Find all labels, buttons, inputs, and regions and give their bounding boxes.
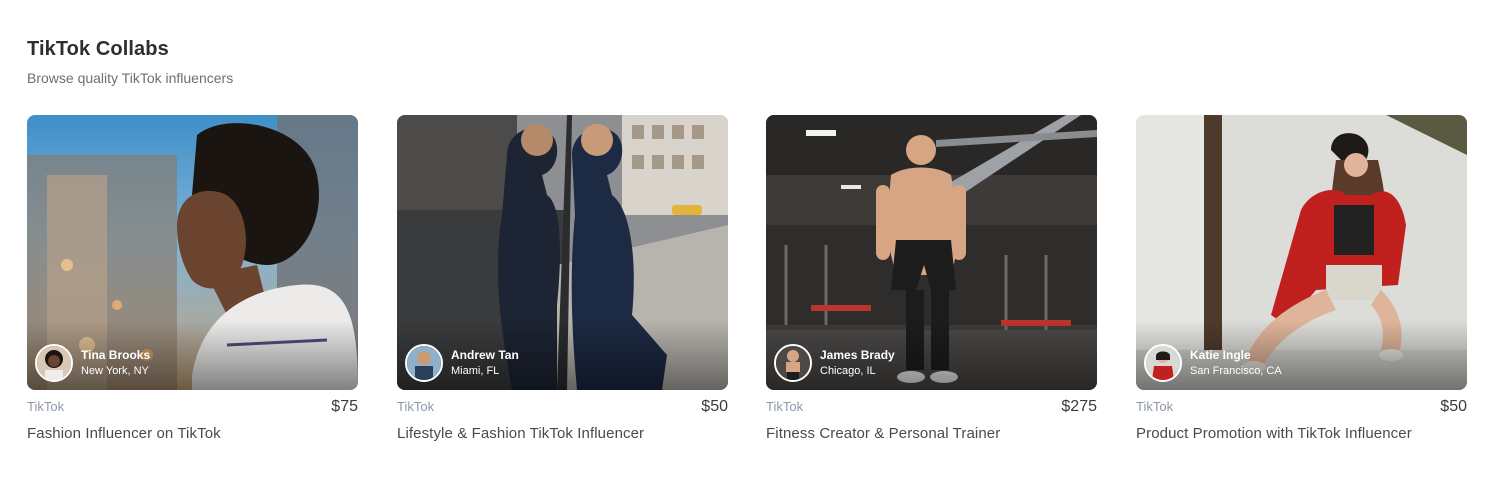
section-subtitle: Browse quality TikTok influencers — [27, 70, 234, 86]
price: $50 — [701, 398, 728, 415]
creator-name: Katie Ingle — [1190, 348, 1251, 362]
avatar-image — [37, 346, 71, 380]
section-header: TikTok Collabs Browse quality TikTok inf… — [27, 38, 233, 86]
price: $50 — [1440, 398, 1467, 415]
price: $75 — [331, 398, 358, 415]
avatar-image — [776, 346, 810, 380]
listing-image[interactable]: James Brady Chicago, IL — [766, 115, 1097, 390]
creator-location: San Francisco, CA — [1190, 365, 1282, 377]
avatar[interactable] — [35, 344, 73, 382]
creator-info[interactable]: Katie Ingle San Francisco, CA — [1144, 344, 1282, 382]
creator-location: New York, NY — [81, 365, 149, 377]
listing-card[interactable]: Tina Brooks New York, NY TikTok $75 Fash… — [27, 115, 358, 442]
creator-name: Andrew Tan — [451, 348, 519, 362]
listing-image[interactable]: Tina Brooks New York, NY — [27, 115, 358, 390]
listing-title[interactable]: Fitness Creator & Personal Trainer — [766, 425, 1097, 442]
listing-title[interactable]: Product Promotion with TikTok Influencer — [1136, 425, 1467, 442]
listing-card[interactable]: James Brady Chicago, IL TikTok $275 Fitn… — [766, 115, 1097, 442]
creator-location: Chicago, IL — [820, 365, 876, 377]
avatar-image — [1146, 346, 1180, 380]
listing-image[interactable]: Katie Ingle San Francisco, CA — [1136, 115, 1467, 390]
platform-label: TikTok — [397, 399, 435, 414]
listing-title[interactable]: Fashion Influencer on TikTok — [27, 425, 358, 442]
platform-label: TikTok — [27, 399, 65, 414]
listing-card[interactable]: Andrew Tan Miami, FL TikTok $50 Lifestyl… — [397, 115, 728, 442]
listing-title[interactable]: Lifestyle & Fashion TikTok Influencer — [397, 425, 728, 442]
listing-card[interactable]: Katie Ingle San Francisco, CA TikTok $50… — [1136, 115, 1467, 442]
price: $275 — [1061, 398, 1097, 415]
creator-name: James Brady — [820, 348, 895, 362]
creator-info[interactable]: Andrew Tan Miami, FL — [405, 344, 519, 382]
creator-info[interactable]: Tina Brooks New York, NY — [35, 344, 150, 382]
creator-location: Miami, FL — [451, 365, 500, 377]
platform-label: TikTok — [1136, 399, 1174, 414]
creator-info[interactable]: James Brady Chicago, IL — [774, 344, 895, 382]
creator-name: Tina Brooks — [81, 348, 151, 362]
avatar[interactable] — [405, 344, 443, 382]
platform-label: TikTok — [766, 399, 804, 414]
section-title: TikTok Collabs — [27, 38, 169, 60]
avatar-image — [407, 346, 441, 380]
listing-image[interactable]: Andrew Tan Miami, FL — [397, 115, 728, 390]
avatar[interactable] — [1144, 344, 1182, 382]
avatar[interactable] — [774, 344, 812, 382]
